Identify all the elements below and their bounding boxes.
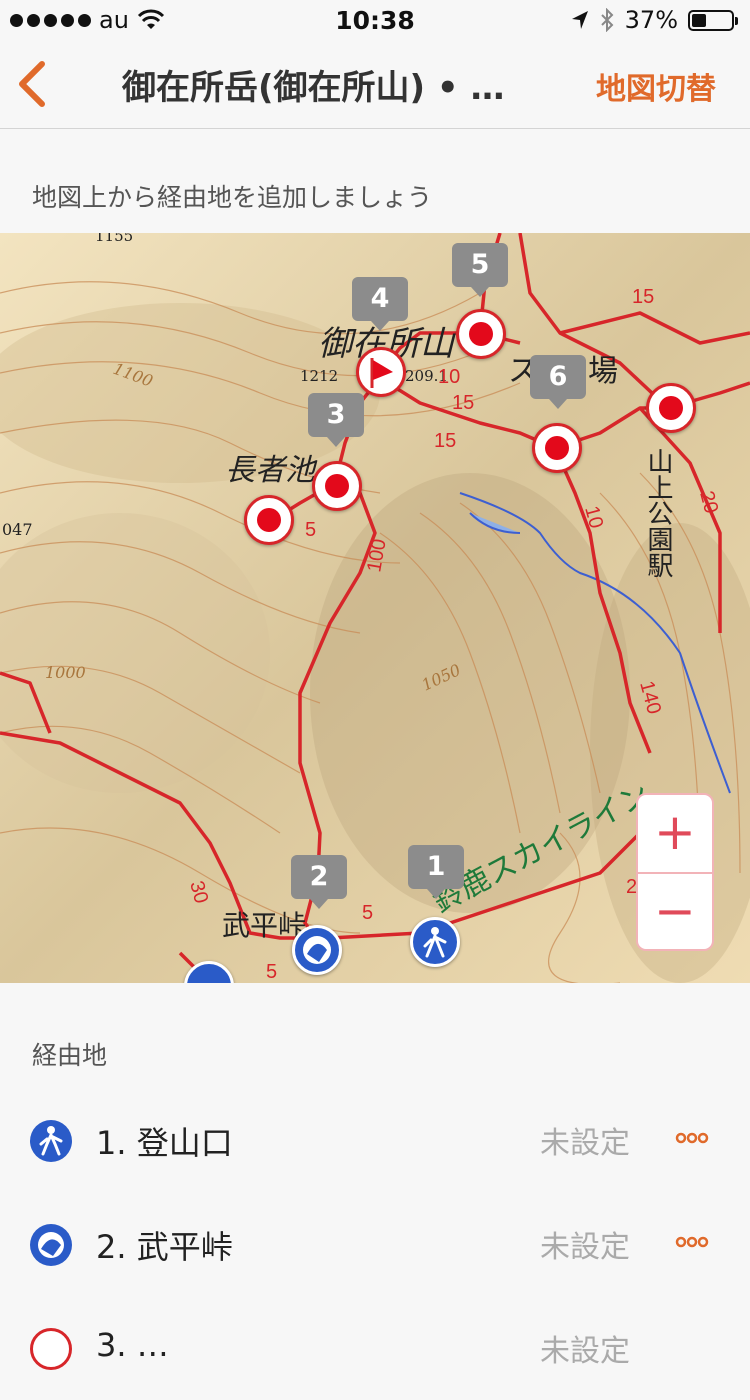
pass-icon (303, 936, 331, 964)
waypoint-name: 2. 武平峠 (96, 1228, 233, 1266)
waypoint-row[interactable]: 1. 登山口 未設定 (0, 1088, 750, 1192)
waypoint-icon (30, 1328, 72, 1370)
route-time: 15 (434, 430, 456, 452)
page-title: 御在所岳(御在所山) • … (122, 68, 505, 108)
waypoint-pin[interactable] (646, 383, 696, 433)
map-label-elev-1000: 1000 (45, 663, 86, 682)
waypoint-pin[interactable] (312, 461, 362, 511)
back-button[interactable] (12, 60, 56, 108)
map-label-elev-1212: 1212 (300, 367, 338, 385)
more-options-icon[interactable] (672, 1118, 712, 1158)
pass-pin[interactable] (292, 925, 342, 975)
status-bar: au 10:38 37% (0, 0, 750, 40)
marker-label: 6 (530, 355, 586, 409)
map-label-pass: 武平峠 (222, 909, 306, 942)
chevron-left-icon (19, 61, 45, 107)
summit-flag-pin[interactable] (356, 347, 406, 397)
marker-label: 1 (408, 845, 464, 899)
status-right: 37% (571, 6, 738, 34)
waypoint-row[interactable]: 3. … 未設定 (0, 1296, 750, 1400)
summit-flag-icon (370, 358, 393, 388)
route-time: 5 (266, 961, 277, 983)
add-waypoint-hint: 地図上から経由地を追加しましょう (32, 183, 433, 212)
topo-map[interactable]: 御在所山 長者池 武平峠 ス 場 1212 209.1 1155 047 100… (0, 233, 750, 983)
waypoint-row[interactable]: 2. 武平峠 未設定 (0, 1192, 750, 1296)
marker-label: 2 (291, 855, 347, 909)
route-time: 5 (362, 902, 373, 924)
waypoint-status: 未設定 (540, 1230, 630, 1265)
switch-map-button[interactable]: 地図切替 (596, 64, 716, 108)
route-time: 5 (305, 519, 316, 541)
waypoint-pin[interactable] (244, 495, 294, 545)
waypoint-status: 未設定 (540, 1126, 630, 1161)
waypoint-status: 未設定 (540, 1334, 630, 1369)
marker-label: 3 (308, 393, 364, 447)
waypoint-name: 3. … (96, 1326, 169, 1364)
hiker-icon (423, 927, 447, 958)
hiker-icon (30, 1120, 72, 1162)
map-label-elev-047: 047 (2, 520, 33, 539)
bluetooth-icon (600, 8, 614, 32)
location-arrow-icon (571, 11, 588, 29)
zoom-out-button[interactable]: − (638, 872, 712, 951)
more-options-icon[interactable] (672, 1222, 712, 1262)
route-time: 15 (452, 392, 474, 414)
marker-label: 4 (352, 277, 408, 331)
battery-percent: 37% (624, 6, 678, 34)
route-time: 10 (438, 366, 460, 388)
waypoint-pin[interactable] (456, 309, 506, 359)
pass-icon (30, 1224, 72, 1266)
battery-icon (688, 9, 738, 31)
map-label-elev-1155: 1155 (95, 233, 133, 245)
navigation-bar: 御在所岳(御在所山) • … 地図切替 (0, 40, 750, 129)
waypoint-pin[interactable] (532, 423, 582, 473)
map-label-slope-fragment2: 場 (588, 354, 618, 389)
marker-label: 5 (452, 243, 508, 297)
waypoint-name: 1. 登山口 (96, 1124, 233, 1162)
trailhead-pin[interactable] (410, 917, 460, 967)
route-time: 15 (632, 286, 654, 308)
map-label-station: 山上公園駅 (643, 448, 673, 578)
zoom-in-button[interactable]: + (638, 795, 712, 872)
zoom-control: + − (636, 793, 714, 951)
waypoints-section-title: 経由地 (32, 1041, 108, 1070)
map-label-pond: 長者池 (225, 453, 318, 488)
